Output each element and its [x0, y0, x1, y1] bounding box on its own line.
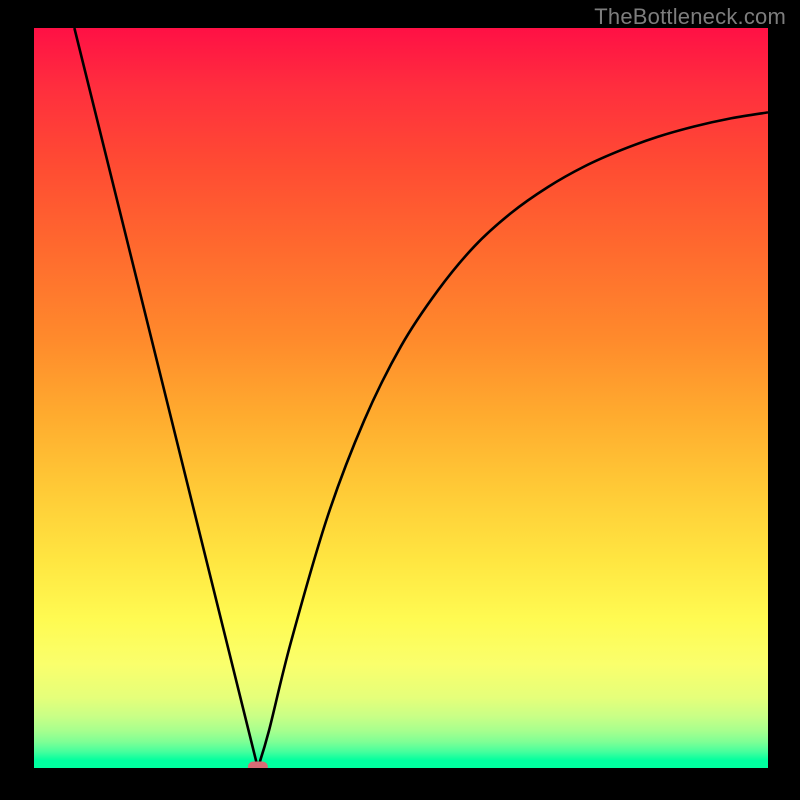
plot-area — [34, 28, 768, 768]
chart-container: TheBottleneck.com — [0, 0, 800, 800]
watermark-label: TheBottleneck.com — [594, 4, 786, 30]
curve-svg — [34, 28, 768, 768]
bottleneck-curve — [74, 28, 768, 768]
min-marker-icon — [248, 762, 268, 769]
